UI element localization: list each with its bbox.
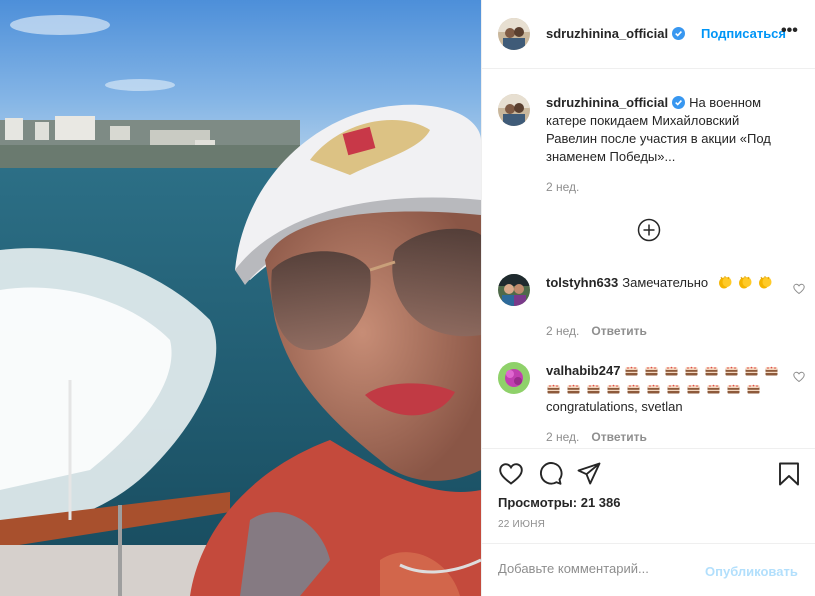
clapping-hands-icon — [758, 275, 773, 289]
cake-icon — [586, 381, 601, 395]
verified-badge-icon — [672, 27, 686, 40]
cake-icon — [546, 381, 561, 395]
post-actions: Просмотры: 21 386 22 июня — [482, 448, 815, 543]
cake-icon — [764, 363, 779, 377]
comment-username[interactable]: valhabib247 — [546, 363, 620, 378]
reply-button[interactable]: Ответить — [591, 430, 646, 444]
clapping-hands-icon — [718, 275, 733, 289]
heart-outline-icon[interactable] — [793, 371, 805, 383]
comment-meta: 2 нед. Ответить — [546, 324, 647, 338]
cake-icon — [726, 381, 741, 395]
post-author-username[interactable]: sdruzhinina_official — [546, 26, 686, 41]
comment-input[interactable] — [498, 561, 698, 576]
heart-outline-icon[interactable] — [793, 283, 805, 295]
cake-icon — [664, 363, 679, 377]
cake-icon — [744, 363, 759, 377]
cake-icon — [606, 381, 621, 395]
cake-icon — [706, 381, 721, 395]
caption-body: sdruzhinina_official На военном катере по… — [546, 94, 791, 166]
comment-time[interactable]: 2 нед. — [546, 430, 579, 444]
caption-username[interactable]: sdruzhinina_official — [546, 95, 668, 110]
cake-icon — [646, 381, 661, 395]
commenter-avatar-icon[interactable] — [498, 362, 530, 394]
clapping-hands-icon — [738, 275, 753, 289]
caption-meta: 2 нед. — [546, 180, 579, 194]
cake-icon — [644, 363, 659, 377]
verified-badge-icon — [672, 96, 686, 109]
commenter-avatar-icon[interactable] — [498, 274, 530, 306]
post-date[interactable]: 22 июня — [498, 519, 545, 530]
paper-plane-icon[interactable] — [576, 461, 602, 487]
cake-icon — [666, 381, 681, 395]
comments-list[interactable]: sdruzhinina_official На военном катере по… — [482, 70, 815, 448]
comment-username[interactable]: tolstyhn633 — [546, 275, 618, 290]
plus-circle-icon[interactable] — [637, 218, 661, 242]
user-avatar-icon[interactable] — [498, 94, 530, 126]
post-header: sdruzhinina_official Подписаться ••• — [482, 0, 815, 69]
cake-icon — [624, 363, 639, 377]
views-label: Просмотры: — [498, 495, 578, 510]
cake-icon — [626, 381, 641, 395]
caption-time[interactable]: 2 нед. — [546, 180, 579, 194]
follow-button[interactable]: Подписаться — [701, 26, 786, 41]
comment-text: Замечательно — [622, 275, 709, 290]
add-comment-bar: Опубликовать — [482, 543, 815, 596]
comment-body: valhabib247 congratulations, svetlan — [546, 362, 791, 416]
views-count[interactable]: Просмотры: 21 386 — [498, 495, 620, 510]
cake-icon — [704, 363, 719, 377]
reply-button[interactable]: Ответить — [591, 324, 646, 338]
publish-button[interactable]: Опубликовать — [705, 564, 798, 579]
cake-icon — [566, 381, 581, 395]
comment-time[interactable]: 2 нед. — [546, 324, 579, 338]
comment-icon[interactable] — [537, 461, 563, 487]
cake-icon — [746, 381, 761, 395]
post-side-panel: sdruzhinina_official Подписаться ••• sdr… — [481, 0, 815, 596]
user-avatar-icon[interactable] — [498, 18, 530, 50]
username-text[interactable]: sdruzhinina_official — [546, 26, 668, 41]
heart-icon[interactable] — [498, 461, 524, 487]
bookmark-icon[interactable] — [776, 461, 802, 487]
cake-icon — [686, 381, 701, 395]
more-options-icon[interactable]: ••• — [781, 22, 798, 40]
cake-icon — [724, 363, 739, 377]
comment-text: congratulations, svetlan — [546, 399, 683, 414]
comment-body: tolstyhn633 Замечательно — [546, 274, 791, 292]
views-number: 21 386 — [580, 495, 621, 510]
post-video[interactable] — [0, 0, 481, 596]
comment-meta: 2 нед. Ответить — [546, 430, 647, 444]
cake-icon — [684, 363, 699, 377]
